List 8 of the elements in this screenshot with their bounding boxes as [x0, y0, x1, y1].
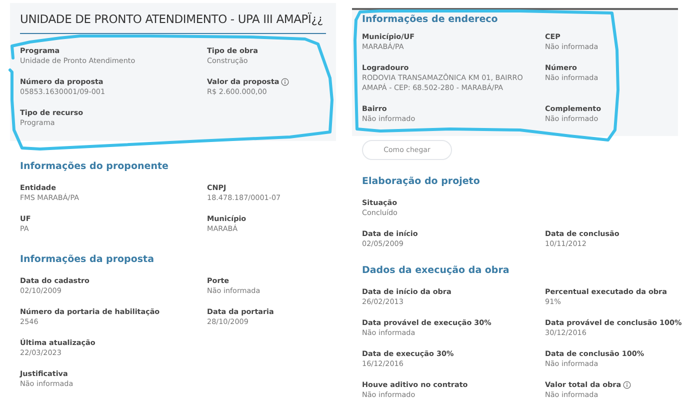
section-heading: Informações da proposta	[20, 254, 155, 266]
info-icon[interactable]	[281, 78, 290, 86]
section-heading: Informações do proponente	[20, 161, 170, 173]
section-heading: Dados da execução da obra	[362, 265, 510, 277]
page-title: UNIDADE DE PRONTO ATENDIMENTO - UPA III AMAPÏ¿¿	[20, 11, 326, 34]
info-icon[interactable]	[623, 381, 632, 389]
section-heading: Informações de endereco	[362, 14, 499, 26]
section-heading: Elaboração do projeto	[362, 176, 481, 188]
